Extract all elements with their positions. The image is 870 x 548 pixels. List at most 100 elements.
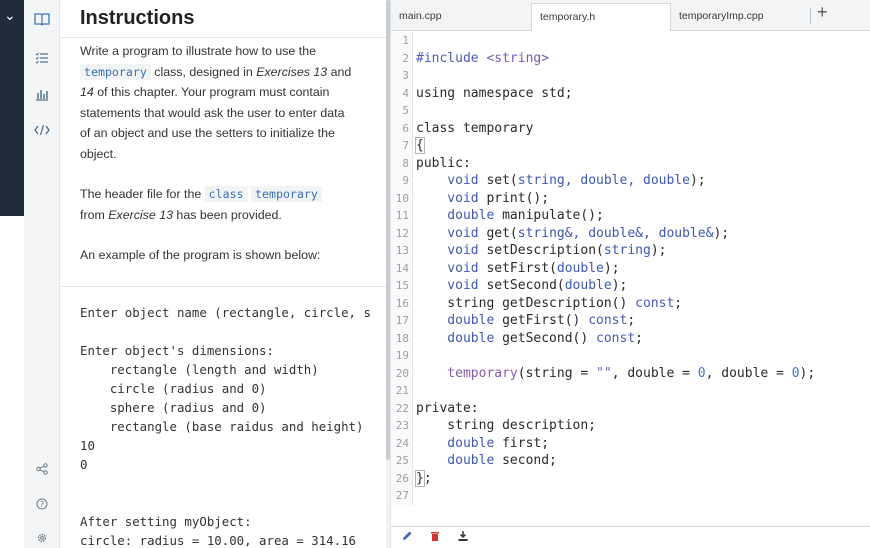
- sample-line: circle: radius = 10.00, area = 314.16: [80, 533, 357, 548]
- line-number: 27: [391, 487, 413, 505]
- code-line: void get(string&, double&, double&);: [416, 225, 729, 243]
- instruction-text: of an object and use the setters to init…: [80, 126, 335, 140]
- code-token: ;: [423, 470, 432, 486]
- editor-toolbar: [391, 526, 870, 548]
- code-snippet: class: [204, 186, 248, 202]
- code-area[interactable]: 1 2 3 4 5 6 7 8 9 10 11 12 13 14 15 16 1…: [391, 32, 870, 526]
- file-tabs: main.cpp temporary.h temporaryImp.cpp +: [391, 0, 870, 31]
- line-number: 25: [391, 452, 413, 470]
- exercise-reference: Exercises 13: [256, 64, 328, 79]
- line-number: 1: [391, 32, 413, 50]
- code-line: double second;: [416, 452, 557, 470]
- book-icon[interactable]: [32, 9, 52, 29]
- code-token: void: [416, 190, 487, 206]
- instructions-paragraph: The header file for the class temporary …: [80, 184, 364, 225]
- instruction-text: object.: [80, 146, 117, 161]
- help-icon[interactable]: ?: [32, 494, 52, 514]
- code-token: ;: [635, 330, 643, 346]
- sample-line: Enter object's dimensions:: [80, 343, 274, 358]
- code-token: setSecond(: [486, 278, 565, 293]
- line-number: 2: [391, 49, 413, 67]
- code-token: getFirst(): [502, 313, 589, 328]
- instruction-text: has been provided.: [172, 207, 282, 222]
- code-token: <string>: [486, 50, 550, 66]
- line-number: 11: [391, 207, 413, 225]
- tab-temporaryimp-cpp[interactable]: temporaryImp.cpp: [671, 3, 811, 31]
- code-line: public:: [416, 155, 471, 171]
- instructions-body: Write a program to illustrate how to use…: [60, 38, 386, 266]
- code-token: double: [556, 260, 604, 276]
- svg-text:?: ?: [40, 500, 44, 509]
- bar-chart-icon[interactable]: [32, 84, 52, 104]
- share-icon[interactable]: [32, 459, 52, 479]
- instruction-text: from: [80, 207, 109, 222]
- exercise-reference: 14: [80, 85, 94, 99]
- code-token: print();: [486, 190, 550, 206]
- instruction-text: The header file for the: [80, 187, 205, 201]
- code-line: void setDescription(string);: [416, 242, 666, 260]
- trash-icon[interactable]: [429, 530, 441, 545]
- line-number: 14: [391, 259, 413, 277]
- code-token: );: [689, 173, 706, 188]
- pencil-icon[interactable]: [401, 530, 413, 545]
- sample-output: Enter object name (rectangle, circle, s …: [80, 303, 371, 548]
- code-token: getDescription(): [502, 295, 636, 311]
- tab-temporary-h[interactable]: temporary.h: [531, 3, 671, 31]
- code-token: const: [635, 295, 675, 311]
- code-token: double: [564, 278, 612, 293]
- sample-line: 0: [80, 457, 88, 472]
- instruction-text: statements that would ask the user to en…: [80, 105, 345, 120]
- line-number: 15: [391, 277, 413, 295]
- code-token: setFirst(: [486, 260, 557, 276]
- line-number: 12: [391, 224, 413, 242]
- code-line: temporary(string = "", double = 0, doubl…: [416, 365, 815, 383]
- code-token: set(: [486, 173, 518, 188]
- line-number: 4: [391, 84, 413, 102]
- code-token: );: [799, 365, 816, 381]
- code-token: #include: [416, 50, 487, 66]
- code-token: manipulate();: [502, 208, 604, 223]
- code-line: double manipulate();: [416, 207, 604, 225]
- instructions-paragraph: Write a program to illustrate how to use…: [80, 41, 364, 164]
- sample-line: rectangle (length and width): [80, 362, 319, 377]
- code-token: );: [603, 260, 620, 276]
- line-number: 26: [391, 469, 413, 487]
- line-number: 7: [391, 137, 413, 155]
- chevron-down-icon[interactable]: ⌄: [4, 8, 16, 22]
- code-line: double getSecond() const;: [416, 330, 643, 348]
- add-tab-button[interactable]: +: [817, 2, 828, 23]
- dark-panel: [0, 0, 24, 216]
- line-number: 24: [391, 434, 413, 452]
- code-token: second;: [502, 453, 557, 468]
- code-token: );: [611, 278, 628, 293]
- code-token: 0: [697, 365, 706, 381]
- sample-line: rectangle (base raidus and height): [80, 419, 364, 434]
- code-line: class temporary: [416, 120, 534, 136]
- code-token: getSecond(): [502, 330, 597, 346]
- code-token: void: [416, 260, 487, 276]
- code-token: get(: [486, 225, 518, 241]
- code-icon[interactable]: [32, 120, 52, 140]
- instruction-text: of this chapter. Your program must conta…: [93, 85, 330, 99]
- instructions-paragraph: An example of the program is shown below…: [80, 248, 321, 262]
- code-token: double: [416, 208, 503, 223]
- line-number: 17: [391, 312, 413, 330]
- instruction-text: Write a program to illustrate how to use…: [80, 44, 316, 58]
- line-number: 5: [391, 102, 413, 120]
- code-token: 0: [791, 365, 800, 381]
- tab-main-cpp[interactable]: main.cpp: [391, 3, 531, 31]
- code-token: void: [416, 278, 487, 293]
- instructions-header: Instructions: [60, 0, 386, 38]
- settings-icon[interactable]: [32, 528, 52, 548]
- code-line: };: [415, 469, 432, 488]
- line-number: 8: [391, 154, 413, 172]
- checklist-icon[interactable]: [32, 48, 52, 68]
- code-line: double getFirst() const;: [416, 312, 635, 330]
- download-icon[interactable]: [457, 530, 469, 545]
- code-snippet: temporary: [251, 186, 322, 202]
- sample-line: After setting myObject:: [80, 514, 252, 529]
- code-token: temporary: [416, 365, 518, 381]
- code-token: double: [416, 313, 503, 328]
- code-token: "": [596, 365, 612, 381]
- icon-rail: ?: [24, 0, 60, 548]
